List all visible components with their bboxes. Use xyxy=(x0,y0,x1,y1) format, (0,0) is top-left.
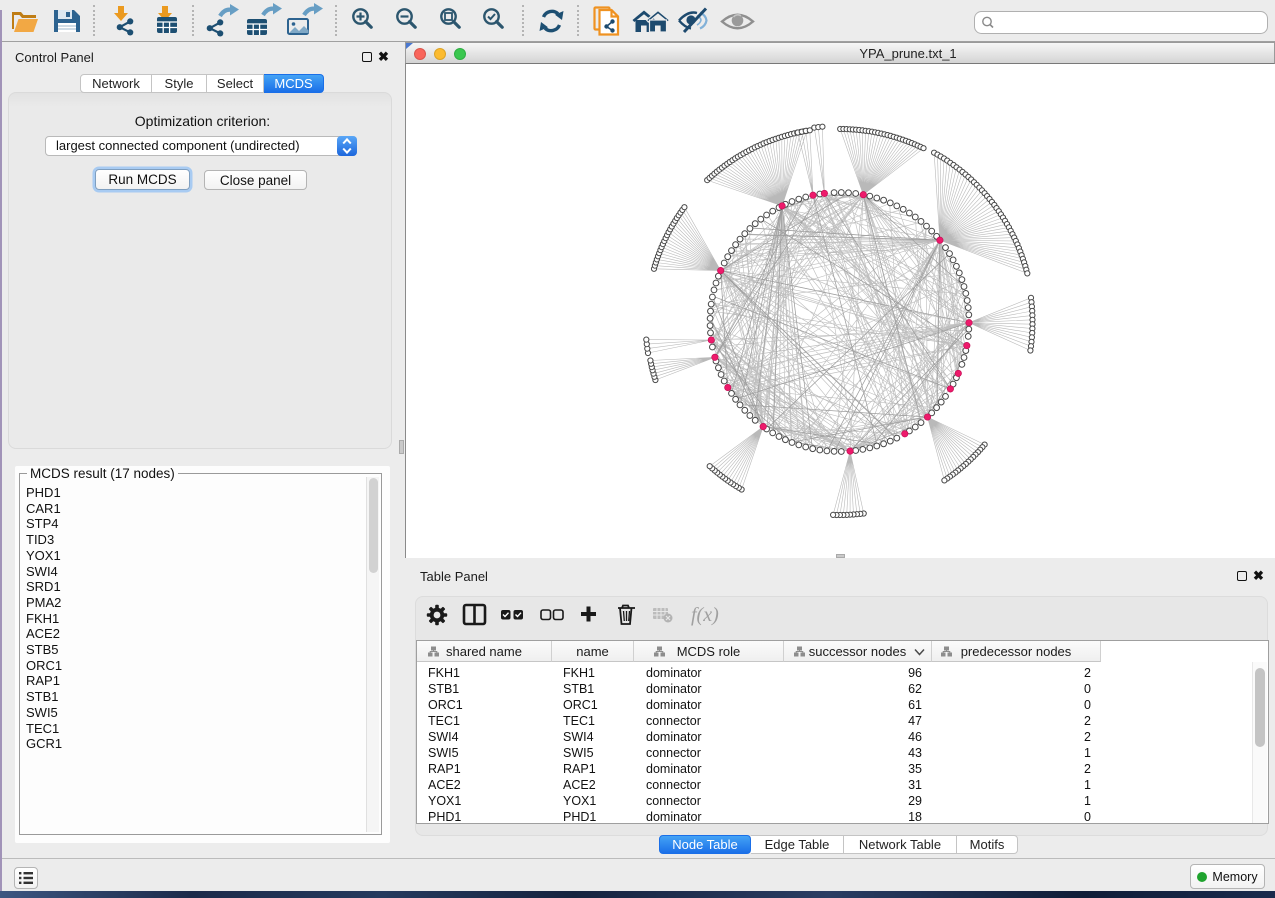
svg-text:f(x): f(x) xyxy=(691,604,719,626)
